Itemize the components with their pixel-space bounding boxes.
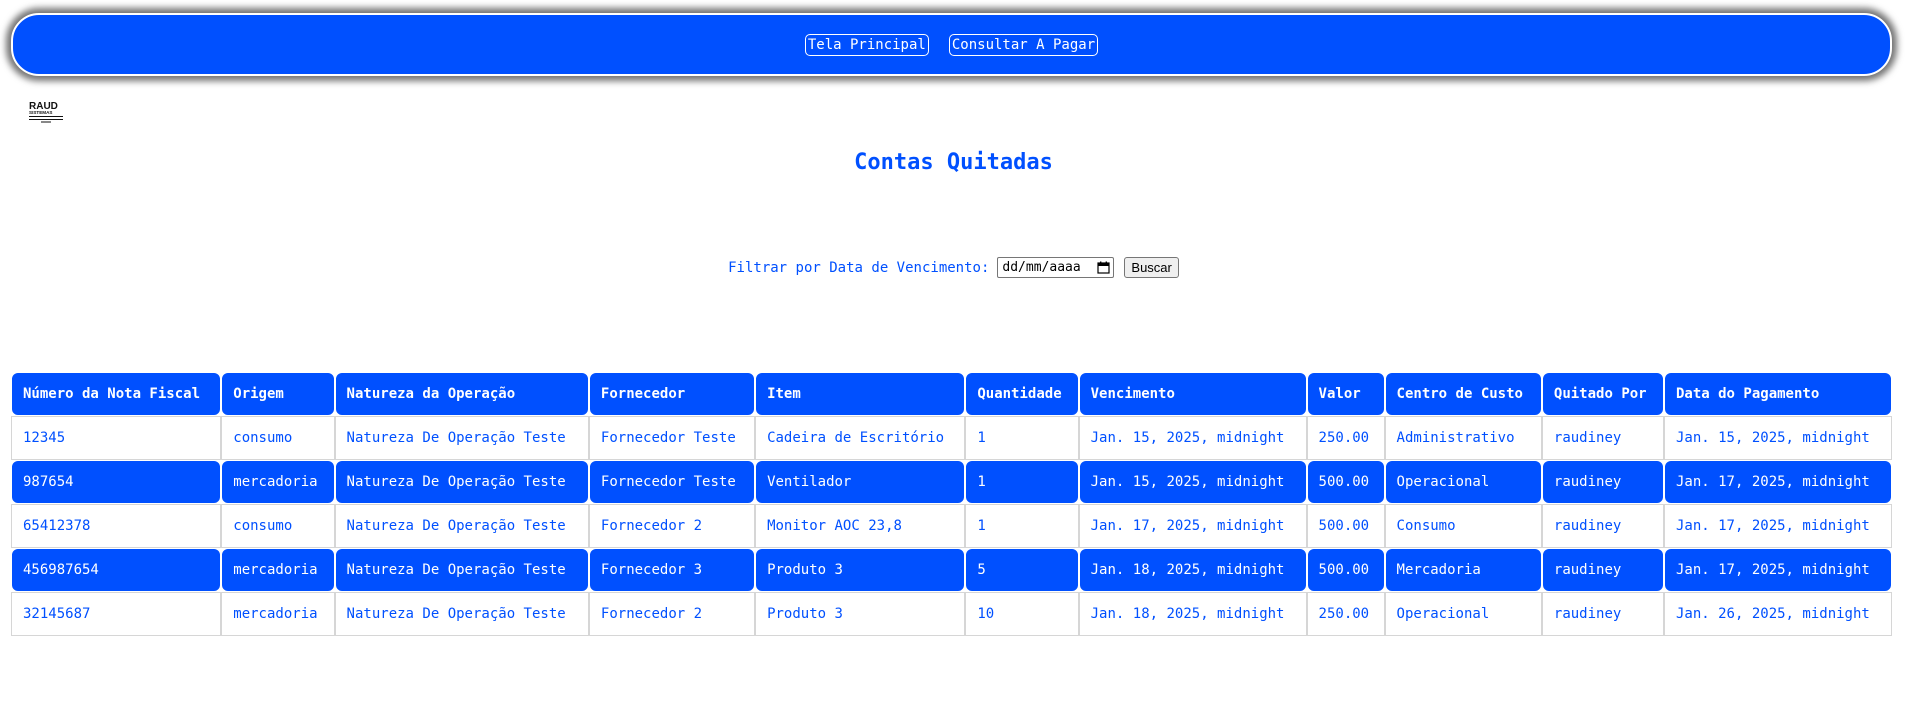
table-row: 65412378 consumo Natureza De Operação Te…	[11, 504, 1892, 548]
cell-paid-by: raudiney	[1541, 416, 1664, 460]
table-row: 32145687 mercadoria Natureza De Operação…	[11, 592, 1892, 636]
cell-item: Produto 3	[755, 592, 966, 636]
cell-quantity: 1	[965, 504, 1079, 548]
cell-paid-by: raudiney	[1541, 548, 1664, 592]
cell-invoice-number: 65412378	[11, 504, 222, 548]
table-row: 12345 consumo Natureza De Operação Teste…	[11, 416, 1892, 460]
col-header-due-date: Vencimento	[1078, 372, 1307, 416]
cell-origin: consumo	[221, 416, 335, 460]
cell-due-date: Jan. 18, 2025, midnight	[1078, 548, 1307, 592]
col-header-cost-center: Centro de Custo	[1384, 372, 1542, 416]
cell-invoice-number: 456987654	[11, 548, 222, 592]
cell-invoice-number: 987654	[11, 460, 222, 504]
search-button[interactable]: Buscar	[1124, 257, 1179, 278]
cell-quantity: 1	[965, 416, 1079, 460]
cell-supplier: Fornecedor 3	[588, 548, 756, 592]
logo-text-bottom: SISTEMAS	[29, 110, 52, 115]
cell-cost-center: Mercadoria	[1384, 548, 1542, 592]
cell-invoice-number: 12345	[11, 416, 222, 460]
cell-payment-date: Jan. 17, 2025, midnight	[1663, 460, 1892, 504]
cell-value: 250.00	[1306, 416, 1385, 460]
cell-origin: mercadoria	[221, 460, 335, 504]
cell-value: 250.00	[1306, 592, 1385, 636]
col-header-operation-nature: Natureza da Operação	[334, 372, 589, 416]
cell-operation-nature: Natureza De Operação Teste	[334, 460, 589, 504]
col-header-paid-by: Quitado Por	[1541, 372, 1664, 416]
consult-payables-button[interactable]: Consultar A Pagar	[948, 34, 1099, 56]
page-title: Contas Quitadas	[854, 150, 1053, 175]
top-nav-bar: Tela Principal Consultar A Pagar	[11, 13, 1892, 76]
cell-supplier: Fornecedor 2	[588, 592, 756, 636]
cell-operation-nature: Natureza De Operação Teste	[334, 416, 589, 460]
col-header-invoice-number: Número da Nota Fiscal	[11, 372, 222, 416]
col-header-quantity: Quantidade	[965, 372, 1079, 416]
calendar-icon[interactable]	[1097, 261, 1111, 274]
cell-quantity: 10	[965, 592, 1079, 636]
main-screen-button[interactable]: Tela Principal	[804, 34, 929, 56]
col-header-supplier: Fornecedor	[588, 372, 756, 416]
filter-label: Filtrar por Data de Vencimento:	[728, 259, 990, 276]
cell-cost-center: Consumo	[1384, 504, 1542, 548]
cell-quantity: 1	[965, 460, 1079, 504]
cell-supplier: Fornecedor Teste	[588, 460, 756, 504]
cell-invoice-number: 32145687	[11, 592, 222, 636]
cell-cost-center: Administrativo	[1384, 416, 1542, 460]
cell-operation-nature: Natureza De Operação Teste	[334, 504, 589, 548]
cell-value: 500.00	[1306, 548, 1385, 592]
cell-supplier: Fornecedor 2	[588, 504, 756, 548]
cell-quantity: 5	[965, 548, 1079, 592]
cell-payment-date: Jan. 26, 2025, midnight	[1663, 592, 1892, 636]
paid-accounts-table: Número da Nota Fiscal Origem Natureza da…	[11, 372, 1892, 636]
cell-paid-by: raudiney	[1541, 592, 1664, 636]
cell-due-date: Jan. 17, 2025, midnight	[1078, 504, 1307, 548]
cell-cost-center: Operacional	[1384, 460, 1542, 504]
cell-item: Cadeira de Escritório	[755, 416, 966, 460]
cell-paid-by: raudiney	[1541, 504, 1664, 548]
cell-item: Ventilador	[755, 460, 966, 504]
table-row: 456987654 mercadoria Natureza De Operaçã…	[11, 548, 1892, 592]
cell-operation-nature: Natureza De Operação Teste	[334, 592, 589, 636]
col-header-origin: Origem	[221, 372, 335, 416]
cell-paid-by: raudiney	[1541, 460, 1664, 504]
cell-origin: mercadoria	[221, 592, 335, 636]
date-filter: Filtrar por Data de Vencimento: dd/mm/aa…	[0, 257, 1907, 278]
cell-operation-nature: Natureza De Operação Teste	[334, 548, 589, 592]
cell-payment-date: Jan. 17, 2025, midnight	[1663, 504, 1892, 548]
col-header-payment-date: Data do Pagamento	[1663, 372, 1892, 416]
cell-payment-date: Jan. 17, 2025, midnight	[1663, 548, 1892, 592]
date-placeholder: dd/mm/aaaa	[1002, 260, 1081, 275]
col-header-item: Item	[755, 372, 966, 416]
cell-origin: consumo	[221, 504, 335, 548]
cell-supplier: Fornecedor Teste	[588, 416, 756, 460]
cell-item: Monitor AOC 23,8	[755, 504, 966, 548]
table-header-row: Número da Nota Fiscal Origem Natureza da…	[11, 372, 1892, 416]
due-date-input[interactable]: dd/mm/aaaa	[997, 257, 1115, 278]
cell-value: 500.00	[1306, 460, 1385, 504]
cell-item: Produto 3	[755, 548, 966, 592]
cell-due-date: Jan. 15, 2025, midnight	[1078, 416, 1307, 460]
cell-due-date: Jan. 15, 2025, midnight	[1078, 460, 1307, 504]
cell-value: 500.00	[1306, 504, 1385, 548]
cell-cost-center: Operacional	[1384, 592, 1542, 636]
col-header-value: Valor	[1306, 372, 1385, 416]
cell-due-date: Jan. 18, 2025, midnight	[1078, 592, 1307, 636]
table-row: 987654 mercadoria Natureza De Operação T…	[11, 460, 1892, 504]
raud-logo: RAUD SISTEMAS	[29, 101, 63, 123]
cell-payment-date: Jan. 15, 2025, midnight	[1663, 416, 1892, 460]
cell-origin: mercadoria	[221, 548, 335, 592]
